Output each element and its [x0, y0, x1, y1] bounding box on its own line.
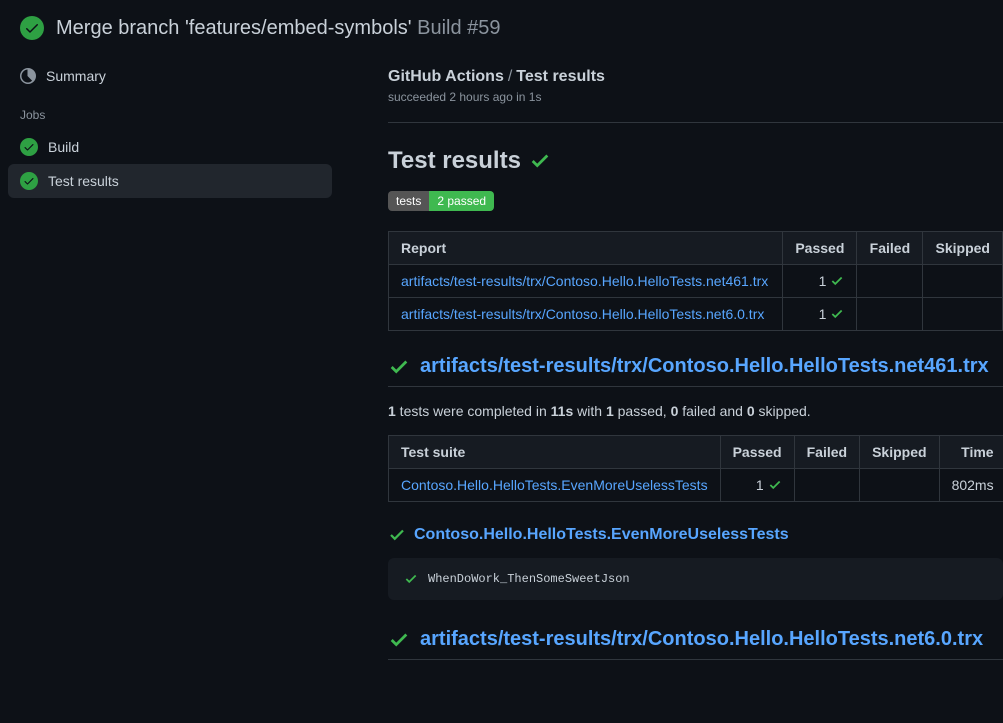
tests-badge: tests 2 passed	[388, 191, 494, 211]
graph-icon	[20, 68, 36, 84]
status-line: succeeded 2 hours ago in 1s	[388, 90, 1003, 104]
check-circle-icon	[20, 16, 44, 40]
test-name: WhenDoWork_ThenSomeSweetJson	[428, 572, 630, 586]
section-link[interactable]: artifacts/test-results/trx/Contoso.Hello…	[420, 355, 989, 378]
results-heading: Test results	[388, 147, 1003, 175]
table-row: artifacts/test-results/trx/Contoso.Hello…	[389, 298, 1003, 331]
col-failed: Failed	[857, 232, 923, 265]
check-icon	[830, 274, 844, 288]
col-passed: Passed	[783, 232, 857, 265]
section-summary: 1 tests were completed in 11s with 1 pas…	[388, 403, 1003, 419]
sidebar-item-build[interactable]: Build	[8, 130, 332, 164]
divider	[388, 122, 1003, 123]
sidebar: Summary Jobs Build Test results	[0, 60, 340, 676]
page-header: Merge branch 'features/embed-symbols' Bu…	[0, 0, 1003, 60]
check-circle-icon	[20, 138, 38, 156]
report-table: Report Passed Failed Skipped artifacts/t…	[388, 231, 1003, 331]
section-heading: artifacts/test-results/trx/Contoso.Hello…	[388, 355, 1003, 387]
suite-link[interactable]: Contoso.Hello.HelloTests.EvenMoreUseless…	[401, 477, 708, 493]
table-row: Contoso.Hello.HelloTests.EvenMoreUseless…	[389, 469, 1003, 502]
sidebar-item-label: Test results	[48, 173, 119, 189]
main-content: GitHub Actions/Test results succeeded 2 …	[340, 60, 1003, 676]
sidebar-item-label: Build	[48, 139, 79, 155]
test-case-row: WhenDoWork_ThenSomeSweetJson	[388, 558, 1003, 600]
suite-heading: Contoso.Hello.HelloTests.EvenMoreUseless…	[388, 526, 1003, 544]
section-heading: artifacts/test-results/trx/Contoso.Hello…	[388, 628, 1003, 660]
section-link[interactable]: artifacts/test-results/trx/Contoso.Hello…	[420, 628, 983, 651]
sidebar-summary[interactable]: Summary	[8, 60, 332, 92]
breadcrumb: GitHub Actions/Test results	[388, 68, 1003, 86]
col-report: Report	[389, 232, 783, 265]
check-icon	[388, 356, 410, 378]
sidebar-item-test-results[interactable]: Test results	[8, 164, 332, 198]
check-icon	[768, 478, 782, 492]
check-icon	[388, 629, 410, 651]
check-icon	[529, 150, 551, 172]
sidebar-summary-label: Summary	[46, 68, 106, 84]
build-number: Build #59	[417, 17, 500, 39]
check-icon	[388, 526, 406, 544]
suite-link[interactable]: Contoso.Hello.HelloTests.EvenMoreUseless…	[414, 526, 789, 544]
page-title: Merge branch 'features/embed-symbols' Bu…	[56, 17, 501, 40]
sidebar-jobs-label: Jobs	[8, 92, 332, 130]
report-link[interactable]: artifacts/test-results/trx/Contoso.Hello…	[401, 273, 768, 289]
col-skipped: Skipped	[923, 232, 1003, 265]
report-link[interactable]: artifacts/test-results/trx/Contoso.Hello…	[401, 306, 764, 322]
check-icon	[404, 572, 418, 586]
check-circle-icon	[20, 172, 38, 190]
table-row: artifacts/test-results/trx/Contoso.Hello…	[389, 265, 1003, 298]
check-icon	[830, 307, 844, 321]
suite-table: Test suite Passed Failed Skipped Time Co…	[388, 435, 1003, 502]
